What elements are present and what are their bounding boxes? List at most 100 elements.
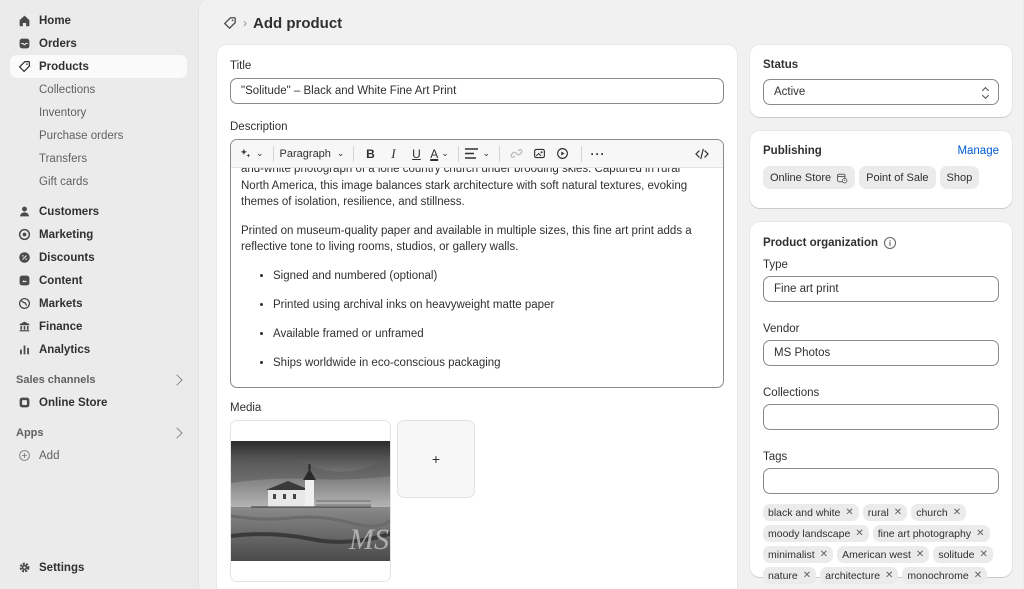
collections-input[interactable]	[763, 404, 999, 430]
sidebar-item-content[interactable]: Content	[10, 269, 187, 292]
title-label: Title	[230, 60, 252, 72]
title-input[interactable]: "Solitude" – Black and White Fine Art Pr…	[230, 78, 724, 104]
publishing-label: Publishing	[763, 145, 822, 157]
type-input[interactable]: Fine art print	[763, 276, 999, 302]
info-icon[interactable]: i	[884, 237, 896, 249]
media-thumbnail-church-photo[interactable]: MS	[230, 420, 391, 582]
discount-icon	[18, 251, 31, 264]
sidebar-item-analytics[interactable]: Analytics	[10, 338, 187, 361]
add-media-button[interactable]: +	[397, 420, 475, 498]
underline-icon[interactable]: U	[406, 144, 426, 164]
status-label: Status	[763, 59, 799, 71]
remove-tag-icon[interactable]: ✕	[803, 570, 811, 581]
code-icon[interactable]	[692, 144, 712, 164]
remove-tag-icon[interactable]: ✕	[820, 549, 828, 560]
remove-tag-icon[interactable]: ✕	[980, 549, 988, 560]
tag-chip: solitude ✕	[933, 546, 993, 563]
italic-icon[interactable]: I	[383, 144, 403, 164]
description-editor[interactable]: ⌄ Paragraph ⌄ B I U A ⌄ ⌄ ··· and-white …	[230, 139, 724, 388]
list-item: Printed using archival inks on heavyweig…	[273, 297, 713, 314]
align-icon[interactable]: ⌄	[465, 144, 490, 164]
sidebar-item-label: Home	[39, 14, 71, 27]
sidebar-item-customers[interactable]: Customers	[10, 200, 187, 223]
remove-tag-icon[interactable]: ✕	[916, 549, 924, 560]
tag-icon[interactable]	[223, 16, 237, 30]
sidebar-subitem-gift-cards[interactable]: Gift cards	[0, 170, 198, 193]
list-item: Available framed or unframed	[273, 326, 713, 343]
manage-link[interactable]: Manage	[957, 145, 999, 157]
gear-icon	[18, 561, 31, 574]
description-label: Description	[230, 121, 288, 133]
remove-tag-icon[interactable]: ✕	[855, 528, 863, 539]
sidebar-item-home[interactable]: Home	[10, 9, 187, 32]
publishing-channels: Online Store Point of Sale Shop	[763, 166, 999, 189]
tag-list: black and white ✕ rural ✕ church ✕ moody la…	[763, 504, 999, 584]
sales-channels-label: Sales channels	[16, 373, 96, 386]
tag-chip: nature ✕	[763, 567, 817, 584]
remove-tag-icon[interactable]: ✕	[974, 570, 982, 581]
breadcrumb-separator: ›	[243, 16, 247, 30]
image-icon[interactable]	[529, 144, 549, 164]
channel-badge-shop[interactable]: Shop	[939, 166, 980, 189]
collections-label: Collections	[763, 387, 820, 399]
vendor-label: Vendor	[763, 323, 800, 335]
ai-magic-button[interactable]: ⌄	[239, 144, 264, 164]
sidebar-item-discounts[interactable]: Discounts	[10, 246, 187, 269]
status-select-value: Active	[774, 86, 806, 98]
sidebar-subitem-purchase-orders[interactable]: Purchase orders	[0, 124, 198, 147]
video-icon[interactable]	[552, 144, 572, 164]
tag-icon	[18, 60, 31, 73]
list-item: Ships worldwide in eco-conscious packagi…	[273, 355, 713, 372]
globe-icon	[18, 297, 31, 310]
sidebar-item-markets[interactable]: Markets	[10, 292, 187, 315]
sidebar-item-online-store[interactable]: Online Store	[10, 391, 187, 414]
bold-icon[interactable]: B	[360, 144, 380, 164]
sidebar-item-add-app[interactable]: Add	[10, 444, 187, 467]
paragraph-select[interactable]: Paragraph ⌄	[280, 144, 345, 164]
tags-input[interactable]	[763, 468, 999, 494]
media-gallery: MS +	[230, 420, 724, 582]
sidebar-subitem-inventory[interactable]: Inventory	[0, 101, 198, 124]
description-paragraph-1: and-white photograph of a lone country c…	[241, 168, 688, 208]
sidebar-subitem-collections[interactable]: Collections	[0, 78, 198, 101]
apps-heading[interactable]: Apps	[10, 421, 187, 444]
more-options-icon[interactable]: ···	[588, 144, 608, 164]
remove-tag-icon[interactable]: ✕	[885, 570, 893, 581]
sidebar: Home Orders Products Collections Invento…	[0, 0, 198, 589]
vendor-input[interactable]: MS Photos	[763, 340, 999, 366]
channel-badge-online-store[interactable]: Online Store	[763, 166, 856, 189]
page-title: Add product	[253, 14, 343, 32]
tag-chip: church ✕	[911, 504, 967, 521]
text-color-icon[interactable]: A ⌄	[429, 144, 449, 164]
media-label: Media	[230, 402, 262, 414]
sidebar-item-marketing[interactable]: Marketing	[10, 223, 187, 246]
sidebar-item-orders[interactable]: Orders	[10, 32, 187, 55]
select-arrows-icon	[981, 86, 990, 100]
sales-channels-heading[interactable]: Sales channels	[10, 368, 187, 391]
sidebar-item-products[interactable]: Products	[10, 55, 187, 78]
remove-tag-icon[interactable]: ✕	[894, 507, 902, 518]
link-icon[interactable]	[506, 144, 526, 164]
sidebar-item-label: Finance	[39, 320, 83, 333]
remove-tag-icon[interactable]: ✕	[953, 507, 961, 518]
sidebar-item-finance[interactable]: Finance	[10, 315, 187, 338]
remove-tag-icon[interactable]: ✕	[845, 507, 853, 518]
schedule-icon	[836, 172, 848, 184]
remove-tag-icon[interactable]: ✕	[976, 528, 984, 539]
channel-badge-point-of-sale[interactable]: Point of Sale	[859, 166, 936, 189]
sidebar-item-label: Online Store	[39, 396, 108, 409]
description-paragraph-2: Printed on museum-quality paper and avai…	[241, 224, 692, 254]
sidebar-item-settings[interactable]: Settings	[10, 556, 187, 579]
description-content[interactable]: and-white photograph of a lone country c…	[231, 168, 723, 387]
tag-chip: monochrome ✕	[902, 567, 988, 584]
tag-chip: American west ✕	[837, 546, 930, 563]
product-details-card: Title "Solitude" – Black and White Fine …	[217, 45, 737, 589]
sidebar-item-label: Analytics	[39, 343, 91, 356]
settings-area: Settings	[0, 556, 198, 579]
tag-chip: minimalist ✕	[763, 546, 834, 563]
chevron-right-icon	[171, 373, 183, 386]
sidebar-subitem-transfers[interactable]: Transfers	[0, 147, 198, 170]
tag-chip: black and white ✕	[763, 504, 859, 521]
bar-chart-icon	[18, 343, 31, 356]
status-select[interactable]: Active	[763, 79, 999, 105]
